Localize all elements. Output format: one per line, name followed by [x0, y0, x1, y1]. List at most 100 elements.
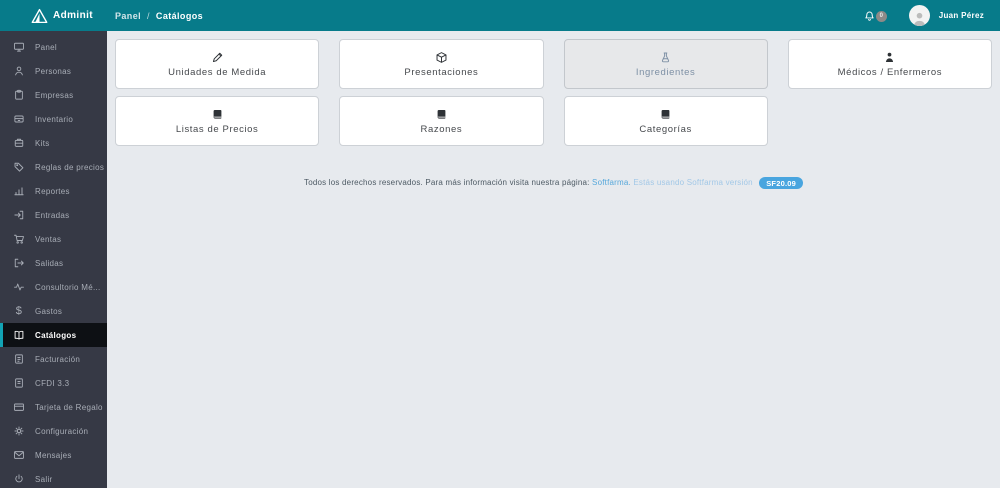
flask-icon — [659, 51, 672, 65]
adminit-triangle-logo-icon — [31, 8, 48, 23]
card-label: Ingredientes — [635, 66, 696, 78]
sidebar-item-label: Reportes — [35, 186, 70, 196]
sidebar-item-consultorio-medico[interactable]: Consultorio Mé... — [0, 275, 107, 299]
sidebar-item-facturacion[interactable]: Facturación — [0, 347, 107, 371]
sidebar-item-label: Facturación — [35, 354, 81, 364]
card-label: Categorías — [639, 123, 692, 135]
sidebar-item-salir[interactable]: Salir — [0, 467, 107, 488]
arrow-in-icon — [13, 209, 25, 221]
sidebar-item-gastos[interactable]: $ Gastos — [0, 299, 107, 323]
person-icon — [13, 65, 25, 77]
main-content: Unidades de Medida Presentaciones Ingred… — [107, 31, 1000, 488]
pencil-icon — [211, 51, 224, 65]
footer-text: Todos los derechos reservados. Para más … — [304, 178, 590, 188]
sidebar-item-label: Empresas — [35, 90, 74, 100]
price-tag-icon — [13, 161, 25, 173]
footer-copyright: Todos los derechos reservados. Para más … — [115, 177, 992, 189]
card-label: Listas de Precios — [175, 123, 259, 135]
sidebar-item-label: Personas — [35, 66, 72, 76]
sidebar-item-ventas[interactable]: Ventas — [0, 227, 107, 251]
card-medicos-enfermeros[interactable]: Médicos / Enfermeros — [787, 39, 992, 89]
card-razones[interactable]: Razones — [339, 96, 544, 146]
breadcrumb-separator: / — [147, 10, 150, 21]
catalog-cards-grid: Unidades de Medida Presentaciones Ingred… — [115, 39, 992, 146]
sidebar-item-label: Tarjeta de Regalo — [35, 402, 103, 412]
sidebar-item-label: Ventas — [35, 234, 62, 244]
sidebar-item-label: Gastos — [35, 306, 63, 316]
sidebar-item-empresas[interactable]: Empresas — [0, 83, 107, 107]
card-icon — [13, 401, 25, 413]
sidebar-item-reglas-de-precios[interactable]: Reglas de precios — [0, 155, 107, 179]
book-icon — [435, 108, 448, 122]
sidebar-item-personas[interactable]: Personas — [0, 59, 107, 83]
clipboard-icon — [13, 89, 25, 101]
breadcrumb: Panel / Catálogos — [115, 11, 203, 21]
sidebar-item-label: Mensajes — [35, 450, 72, 460]
bar-chart-icon — [13, 185, 25, 197]
power-icon — [13, 473, 25, 485]
sidebar-item-cfdi[interactable]: CFDI 3.3 — [0, 371, 107, 395]
sidebar-item-entradas[interactable]: Entradas — [0, 203, 107, 227]
card-unidades-de-medida[interactable]: Unidades de Medida — [115, 39, 320, 89]
softfarma-link[interactable]: Softfarma. — [592, 178, 631, 187]
pulse-icon — [13, 281, 25, 293]
top-header: Adminit Panel / Catálogos 0 Juan Pérez — [0, 0, 1000, 31]
version-badge: SF20.09 — [759, 177, 803, 189]
card-label: Presentaciones — [404, 66, 479, 78]
sidebar-item-label: Kits — [35, 138, 50, 148]
sidebar-item-panel[interactable]: Panel — [0, 35, 107, 59]
doctor-icon — [883, 51, 896, 65]
card-label: Razones — [420, 123, 463, 135]
package-icon — [435, 51, 448, 65]
bell-icon — [865, 11, 874, 21]
notifications-button[interactable]: 0 — [863, 8, 887, 24]
sidebar-nav: Panel Personas Empresas Inventario Kits … — [0, 31, 107, 488]
sidebar-item-label: Consultorio Mé... — [35, 282, 101, 292]
sidebar-item-label: Panel — [35, 42, 57, 52]
sidebar-item-salidas[interactable]: Salidas — [0, 251, 107, 275]
invoice-icon — [13, 353, 25, 365]
sidebar-item-label: Reglas de precios — [35, 162, 105, 172]
sidebar-item-label: Configuración — [35, 426, 89, 436]
shopping-cart-icon — [13, 233, 25, 245]
sidebar-item-mensajes[interactable]: Mensajes — [0, 443, 107, 467]
brand-name: Adminit — [53, 10, 94, 21]
document-icon — [13, 377, 25, 389]
breadcrumb-current: Catálogos — [155, 10, 204, 21]
sidebar-item-label: Salidas — [35, 258, 64, 268]
footer-version-text: Estás usando Softfarma versión — [633, 178, 753, 188]
header-right-group: 0 Juan Pérez — [863, 5, 1000, 26]
card-ingredientes[interactable]: Ingredientes — [563, 39, 768, 89]
sidebar-item-label: Salir — [35, 474, 53, 484]
gear-icon — [13, 425, 25, 437]
briefcase-icon — [13, 137, 25, 149]
user-avatar[interactable] — [908, 5, 930, 26]
sidebar-item-reportes[interactable]: Reportes — [0, 179, 107, 203]
card-listas-de-precios[interactable]: Listas de Precios — [115, 96, 320, 146]
sidebar-item-configuracion[interactable]: Configuración — [0, 419, 107, 443]
person-silhouette-icon — [913, 12, 925, 26]
sidebar-item-inventario[interactable]: Inventario — [0, 107, 107, 131]
dollar-icon: $ — [15, 304, 23, 317]
sidebar-item-label: Entradas — [35, 210, 70, 220]
app-logo[interactable]: Adminit — [0, 8, 107, 24]
archive-box-icon — [13, 113, 25, 125]
notification-count-badge: 0 — [875, 10, 887, 22]
card-label: Unidades de Medida — [168, 66, 267, 78]
breadcrumb-panel-link[interactable]: Panel — [115, 11, 141, 21]
sidebar-item-tarjeta-de-regalo[interactable]: Tarjeta de Regalo — [0, 395, 107, 419]
book-icon — [659, 108, 672, 122]
sidebar-item-kits[interactable]: Kits — [0, 131, 107, 155]
card-presentaciones[interactable]: Presentaciones — [339, 39, 544, 89]
open-book-icon — [13, 329, 25, 341]
book-icon — [211, 108, 224, 122]
sidebar-item-label: Inventario — [35, 114, 74, 124]
card-categorias[interactable]: Categorías — [563, 96, 768, 146]
sidebar-item-catalogos[interactable]: Catálogos — [0, 323, 107, 347]
card-label: Médicos / Enfermeros — [837, 66, 943, 78]
monitor-icon — [13, 41, 25, 53]
arrow-out-icon — [13, 257, 25, 269]
user-name[interactable]: Juan Pérez — [939, 11, 984, 20]
sidebar-item-label: CFDI 3.3 — [35, 378, 70, 388]
sidebar-item-label: Catálogos — [35, 330, 77, 340]
